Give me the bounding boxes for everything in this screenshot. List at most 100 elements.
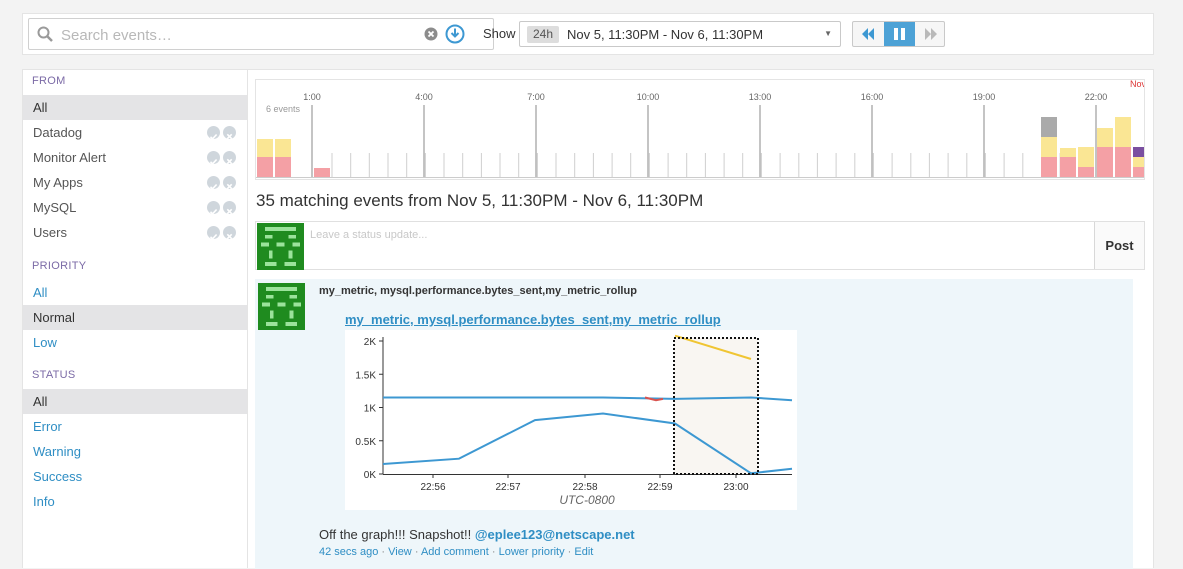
post-button[interactable]: Post	[1094, 222, 1144, 269]
filter-item-users[interactable]: Users	[23, 220, 247, 245]
fast-forward-button[interactable]	[915, 22, 944, 46]
show-label: Show	[483, 26, 516, 41]
filter-item-all[interactable]: All	[23, 95, 247, 120]
timeline-chart: 6 events1:00 4:00 7:00 10:00 13:00 16:00 19:00…	[256, 80, 1145, 178]
exclude-icon[interactable]	[223, 226, 236, 240]
range-badge: 24h	[527, 26, 560, 43]
filter-item-monitor-alert[interactable]: Monitor Alert	[23, 145, 247, 170]
section-title: PRIORITY	[32, 260, 87, 272]
timeline-bar	[275, 139, 291, 157]
top-bar: Show 24h Nov 5, 11:30PM - Nov 6, 11:30PM…	[22, 13, 1154, 55]
event-timeline[interactable]: 6 events 1:00 4:00 7:00 10:00 13:00 16:00 19:00…	[255, 79, 1145, 180]
separator: ·	[378, 546, 389, 558]
pause-button[interactable]	[884, 22, 915, 46]
filter-item-label: Users	[33, 225, 67, 240]
timeline-bar	[1115, 117, 1131, 147]
results-heading: 35 matching events from Nov 5, 11:30PM -…	[256, 191, 704, 210]
event-timestamp[interactable]: 42 secs ago	[319, 546, 378, 558]
filter-item-all[interactable]: All	[23, 280, 247, 305]
exclude-icon[interactable]	[223, 126, 236, 140]
chevron-down-icon: ▼	[824, 29, 832, 38]
timeline-bar	[1115, 147, 1131, 177]
timeline-hour-label: 22:00	[1085, 92, 1108, 102]
rewind-button[interactable]	[853, 22, 884, 46]
download-icon[interactable]	[445, 24, 465, 49]
y-tick-label: 1K	[364, 404, 377, 415]
filter-item-label: All	[33, 394, 48, 409]
snapshot-region-fill	[674, 338, 758, 474]
event-action-edit[interactable]: Edit	[574, 546, 593, 558]
filter-item-label: Low	[33, 335, 57, 350]
event-title: my_metric, mysql.performance.bytes_sent,…	[319, 285, 637, 297]
clear-icon[interactable]	[424, 27, 438, 46]
filter-item-label: Warning	[33, 444, 81, 459]
filter-item-label: Monitor Alert	[33, 150, 106, 165]
rewind-icon	[862, 28, 874, 40]
filter-item-warning[interactable]: Warning	[23, 439, 247, 464]
x-tick-label: 22:59	[647, 482, 672, 493]
fast-forward-icon	[925, 28, 937, 40]
x-tick-label: 22:56	[420, 482, 445, 493]
status-update-input[interactable]	[308, 224, 1088, 246]
timeline-bar	[1078, 147, 1094, 167]
filter-item-info[interactable]: Info	[23, 489, 247, 514]
y-tick-label: 2K	[364, 337, 377, 348]
mention-link[interactable]: @eplee123@netscape.net	[475, 527, 635, 542]
search-box	[28, 18, 494, 50]
filter-item-my-apps[interactable]: My Apps	[23, 170, 247, 195]
filter-item-success[interactable]: Success	[23, 464, 247, 489]
filter-item-label: Success	[33, 469, 83, 484]
playback-controls	[852, 21, 945, 47]
check-icon[interactable]	[207, 176, 220, 190]
y-tick-label: 1.5K	[355, 370, 376, 381]
filter-item-datadog[interactable]: Datadog	[23, 120, 247, 145]
exclude-icon[interactable]	[223, 176, 236, 190]
filter-item-all[interactable]: All	[23, 389, 247, 414]
status-update-box: Post	[255, 221, 1145, 270]
filter-section-priority: PRIORITY All Normal Low	[23, 260, 247, 355]
check-icon[interactable]	[207, 226, 220, 240]
event-action-lower-priority[interactable]: Lower priority	[499, 546, 565, 558]
range-text: Nov 5, 11:30PM - Nov 6, 11:30PM	[567, 27, 764, 42]
pause-icon	[894, 28, 905, 40]
section-title: STATUS	[32, 369, 76, 381]
filter-item-mysql[interactable]: MySQL	[23, 195, 247, 220]
check-icon[interactable]	[207, 126, 220, 140]
filter-item-normal[interactable]: Normal	[23, 305, 247, 330]
avatar	[258, 283, 305, 335]
filter-section-from: FROM All Datadog Monitor Alert My Apps MySQL U…	[23, 75, 247, 245]
event-action-add-comment[interactable]: Add comment	[421, 546, 489, 558]
filter-section-status: STATUS All Error Warning Success Info	[23, 369, 247, 514]
separator: ·	[411, 546, 421, 558]
x-tick-label: 22:57	[495, 482, 520, 493]
time-range-select[interactable]: 24h Nov 5, 11:30PM - Nov 6, 11:30PM ▼	[519, 21, 841, 47]
filter-item-label: Normal	[33, 310, 75, 325]
filter-item-label: MySQL	[33, 200, 77, 215]
exclude-icon[interactable]	[223, 201, 236, 215]
timeline-hour-label: 13:00	[749, 92, 772, 102]
check-icon[interactable]	[207, 151, 220, 165]
search-input[interactable]	[59, 23, 409, 47]
timeline-bar	[1097, 128, 1113, 147]
filter-item-low[interactable]: Low	[23, 330, 247, 355]
filter-item-label: Error	[33, 419, 62, 434]
timeline-bar	[1133, 147, 1144, 157]
timeline-bar	[1078, 167, 1094, 177]
timeline-hour-label: 1:00	[303, 92, 321, 102]
snapshot-graph: 2K 1.5K 1K 0.5K 0K 22:56 22:57 22:58 22:59 23:00 U…	[345, 330, 797, 510]
graph-link[interactable]: my_metric, mysql.performance.bytes_sent,…	[345, 312, 721, 327]
timeline-y-label: 6 events	[266, 104, 301, 114]
timeline-bar	[1041, 117, 1057, 137]
filter-item-label: My Apps	[33, 175, 83, 190]
filter-item-label: Info	[33, 494, 55, 509]
filter-item-label: All	[33, 100, 48, 115]
y-tick-label: 0K	[364, 470, 377, 481]
filter-item-label: Datadog	[33, 125, 83, 140]
event-action-view[interactable]: View	[388, 546, 412, 558]
exclude-icon[interactable]	[223, 151, 236, 165]
timeline-edge-label: Nov	[1130, 80, 1145, 89]
filter-item-error[interactable]: Error	[23, 414, 247, 439]
check-icon[interactable]	[207, 201, 220, 215]
event-message: Off the graph!!! Snapshot!! @eplee123@ne…	[319, 527, 635, 542]
timeline-hour-label: 19:00	[973, 92, 996, 102]
